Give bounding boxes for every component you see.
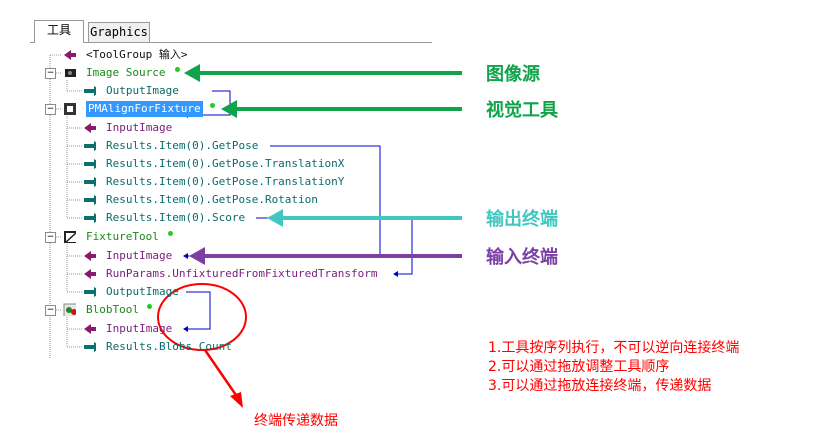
status-dot-icon	[210, 103, 215, 108]
output-arrow-icon	[84, 195, 96, 205]
input-arrow-icon	[64, 50, 76, 60]
terminal-label: Results.Item(0).GetPose	[106, 139, 259, 152]
note-3: 3.可以通过拖放连接终端，传递数据	[488, 378, 712, 394]
callout-data-transfer: 终端传递数据	[254, 413, 338, 429]
terminal-label: OutputImage	[106, 84, 179, 97]
terminal-label: Results.Item(0).Score	[106, 211, 246, 224]
input-arrow-icon	[84, 269, 96, 279]
terminal-label: Results.Blobs.Count	[106, 340, 232, 353]
fixture-tool-icon	[64, 231, 76, 243]
image-source-label: Image Source	[86, 66, 166, 79]
output-arrow-icon	[84, 287, 96, 297]
output-arrow-icon	[84, 342, 96, 352]
output-arrow-icon	[84, 159, 96, 169]
expander-image-source[interactable]: −	[45, 68, 56, 79]
callout-output-terminal: 输出终端	[486, 209, 558, 230]
toolgroup-label: <ToolGroup 输入>	[86, 48, 188, 61]
pmalign-tool-icon	[64, 103, 76, 115]
status-dot-icon	[147, 304, 152, 309]
blob-label: BlobTool	[86, 303, 139, 316]
callout-image-source: 图像源	[486, 64, 540, 85]
callout-input-terminal: 输入终端	[486, 247, 558, 268]
terminal-label: InputImage	[106, 322, 173, 335]
output-arrow-icon	[84, 177, 96, 187]
input-arrow-icon	[84, 251, 96, 261]
terminal-label: InputImage	[106, 121, 173, 134]
input-arrow-icon	[84, 123, 96, 133]
output-arrow-icon	[84, 141, 96, 151]
terminal-label: InputImage	[106, 249, 173, 262]
note-1: 1.工具按序列执行，不可以逆向连接终端	[488, 340, 740, 356]
callout-vision-tool: 视觉工具	[486, 100, 558, 121]
fixture-label: FixtureTool	[86, 230, 159, 243]
status-dot-icon	[175, 67, 180, 72]
input-arrow-icon	[84, 324, 96, 334]
terminal-label: RunParams.UnfixturedFromFixturedTransfor…	[106, 267, 378, 280]
expander-pmalign[interactable]: −	[45, 104, 56, 115]
expander-blob[interactable]: −	[45, 305, 56, 316]
pmalign-label: PMAlignForFixture	[86, 101, 203, 117]
note-2: 2.可以通过拖放调整工具顺序	[488, 359, 670, 375]
output-arrow-icon	[84, 213, 96, 223]
tab-tools[interactable]: 工具	[34, 20, 84, 43]
status-dot-icon	[168, 231, 173, 236]
terminal-label: Results.Item(0).GetPose.TranslationY	[106, 175, 345, 188]
expander-fixture[interactable]: −	[45, 232, 56, 243]
terminal-label: Results.Item(0).GetPose.Rotation	[106, 193, 318, 206]
output-arrow-icon	[84, 86, 96, 96]
camera-icon	[65, 69, 76, 77]
terminal-label: OutputImage	[106, 285, 179, 298]
terminal-label: Results.Item(0).GetPose.TranslationX	[106, 157, 345, 170]
blob-tool-icon	[63, 303, 76, 316]
